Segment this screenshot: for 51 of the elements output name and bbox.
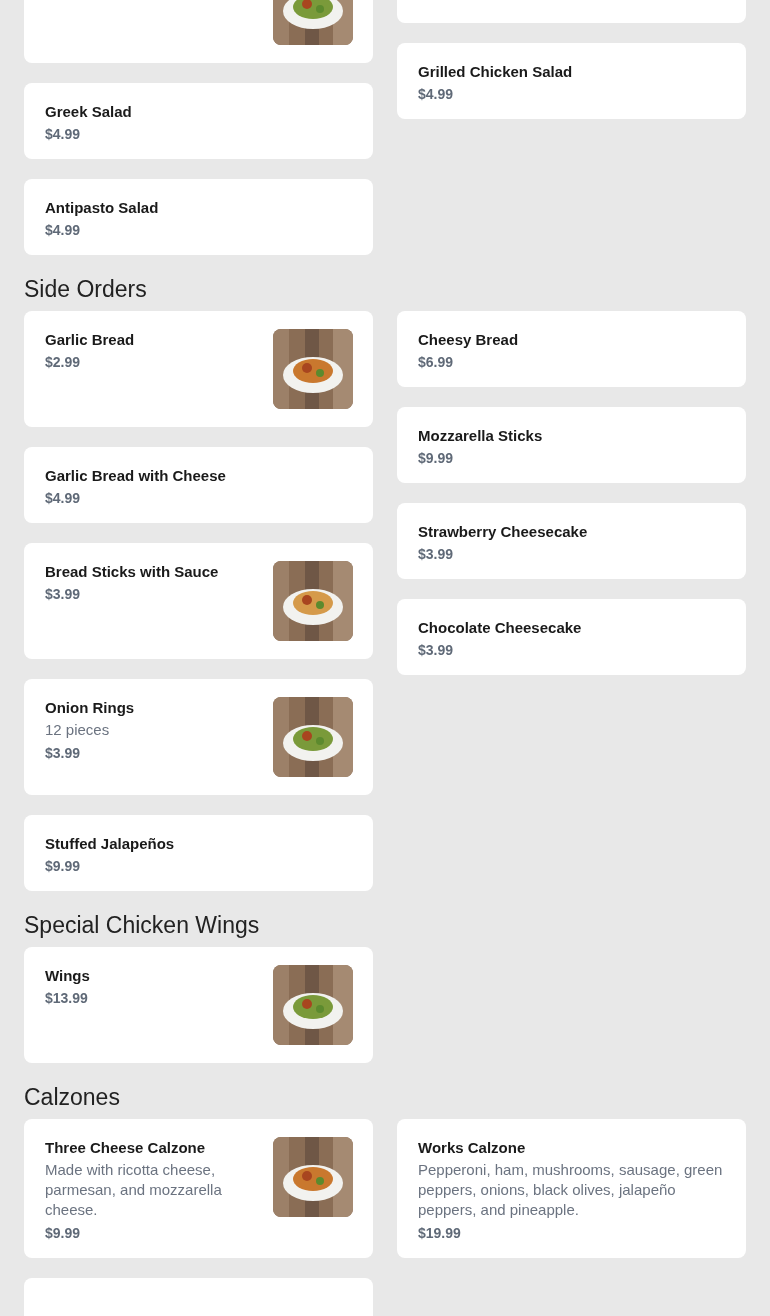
menu-item-card[interactable]: Strawberry Cheesecake $3.99 <box>397 503 746 579</box>
menu-item-card[interactable]: Onion Rings 12 pieces $3.99 <box>24 679 373 795</box>
menu-item-card[interactable]: Mozzarella Sticks $9.99 <box>397 407 746 483</box>
item-name: Stuffed Jalapeños <box>45 834 176 854</box>
item-price: $3.99 <box>418 545 455 564</box>
item-price: $9.99 <box>418 449 455 468</box>
menu-item-card[interactable]: Chocolate Cheesecake $3.99 <box>397 599 746 675</box>
section-title: Calzones <box>24 1083 121 1111</box>
menu-item-card[interactable]: Garlic Bread with Cheese $4.99 <box>24 447 373 523</box>
item-name: Antipasto Salad <box>45 198 160 218</box>
item-name: Cheesy Bread <box>418 330 520 350</box>
item-name: Three Cheese Calzone <box>45 1138 207 1158</box>
item-price: $13.99 <box>45 989 89 1008</box>
menu-item-card[interactable]: Antipasto Salad $4.99 <box>24 179 373 255</box>
item-name: Onion Rings <box>45 698 136 718</box>
item-description: Made with ricotta cheese, parmesan, and mozzarella cheese. <box>45 1160 223 1220</box>
menu-item-card[interactable]: Bread Sticks with Sauce $3.99 <box>24 543 373 659</box>
item-name: Wings <box>45 966 91 986</box>
menu-item-card[interactable]: Stuffed Jalapeños $9.99 <box>24 815 373 891</box>
item-name: Bread Sticks with Sauce <box>45 562 220 582</box>
item-price: $4.99 <box>45 221 82 240</box>
item-price: $6.99 <box>418 353 455 372</box>
item-price: $4.99 <box>45 125 82 144</box>
item-name: Greek Salad <box>45 102 133 122</box>
item-price: $3.99 <box>45 744 82 763</box>
section-title: Special Chicken Wings <box>24 911 261 939</box>
item-price: $4.99 <box>45 489 82 508</box>
item-name: Chocolate Cheesecake <box>418 618 583 638</box>
item-name: Garlic Bread with Cheese <box>45 466 227 486</box>
menu-item-card[interactable]: Three Cheese Calzone Made with ricotta cheese, parmesan, and mozzarella cheese. $9.99 <box>24 1119 373 1258</box>
item-price: $3.99 <box>45 585 82 604</box>
item-price: $9.99 <box>45 857 82 876</box>
item-name: Grilled Chicken Salad <box>418 62 574 82</box>
menu-item-card[interactable]: Greek Salad $4.99 <box>24 83 373 159</box>
item-price: $19.99 <box>418 1224 462 1243</box>
item-price: $3.99 <box>418 641 455 660</box>
menu-item-card[interactable]: Wings $13.99 <box>24 947 373 1063</box>
menu-item-card[interactable]: Works Calzone Pepperoni, ham, mushrooms, sausage, green peppers, onions, black olives, jalapeño peppers, and pineapple. $19.99 <box>397 1119 746 1258</box>
item-price: $9.99 <box>45 1224 82 1243</box>
section-title: Side Orders <box>24 275 148 303</box>
menu-item-card[interactable]: Cheesy Bread $6.99 <box>397 311 746 387</box>
item-name: Strawberry Cheesecake <box>418 522 589 542</box>
item-name: Garlic Bread <box>45 330 136 350</box>
menu-item-card[interactable]: Grilled Chicken Salad $4.99 <box>397 43 746 119</box>
menu-item-card[interactable]: Garlic Bread $2.99 <box>24 311 373 427</box>
item-name: Works Calzone <box>418 1138 527 1158</box>
item-name: Mozzarella Sticks <box>418 426 544 446</box>
item-description: 12 pieces <box>45 720 111 740</box>
item-description: Pepperoni, ham, mushrooms, sausage, green peppers, onions, black olives, jalapeño peppers, and pineapple. <box>418 1160 724 1220</box>
item-price: $2.99 <box>45 353 82 372</box>
item-price: $4.99 <box>418 85 455 104</box>
